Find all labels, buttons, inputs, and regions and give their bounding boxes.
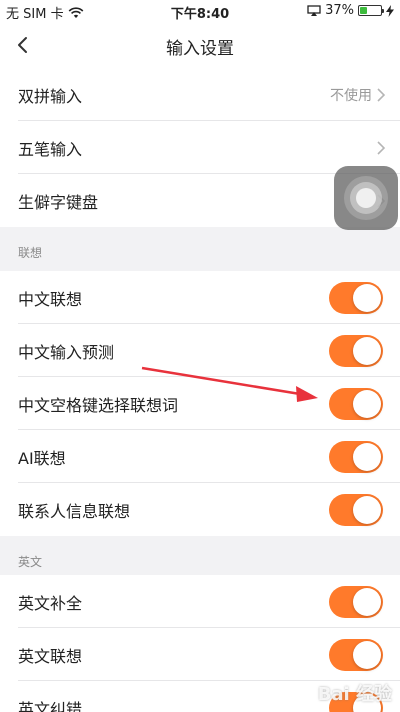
battery-fill	[360, 7, 368, 14]
status-right: 37%	[307, 3, 394, 18]
section-header-english: 英文	[0, 536, 400, 580]
status-bar: 无 SIM 卡 下午8:40 37%	[0, 0, 400, 22]
row-label: 双拼输入	[18, 86, 83, 106]
row-shuangpin[interactable]: 双拼输入 不使用	[0, 68, 400, 121]
row-wubi[interactable]: 五笔输入	[0, 121, 400, 174]
watermark-logo: Bai 经验	[317, 684, 392, 705]
row-label: AI联想	[18, 448, 66, 468]
toggle-switch[interactable]	[329, 334, 383, 367]
row-label: 生僻字键盘	[18, 192, 99, 212]
row-label: 五笔输入	[18, 139, 83, 159]
toggle-switch[interactable]	[329, 638, 383, 671]
row-label: 英文联想	[18, 646, 83, 666]
row-chinese-association: 中文联想	[0, 271, 400, 324]
battery-percent: 37%	[325, 3, 354, 18]
row-label: 英文补全	[18, 593, 83, 613]
battery-icon	[358, 5, 384, 16]
chevron-right-icon	[377, 87, 386, 102]
row-label: 中文联想	[18, 289, 83, 309]
row-label: 联系人信息联想	[18, 501, 131, 521]
toggle-switch[interactable]	[329, 387, 383, 420]
toggle-switch[interactable]	[329, 493, 383, 526]
row-english-association: 英文联想	[0, 628, 400, 681]
row-ai-association: AI联想	[0, 430, 400, 483]
row-value: 不使用	[330, 87, 372, 104]
assistive-touch-button[interactable]	[334, 166, 398, 230]
toggle-switch[interactable]	[329, 440, 383, 473]
row-contact-association: 联系人信息联想	[0, 483, 400, 536]
chevron-right-icon	[377, 140, 386, 155]
airplay-icon	[307, 4, 321, 16]
page-title: 输入设置	[166, 39, 234, 59]
section-label: 英文	[18, 555, 43, 569]
toggle-switch[interactable]	[329, 281, 383, 314]
row-label: 中文空格键选择联想词	[18, 395, 179, 415]
section-label: 联想	[18, 246, 43, 260]
row-english-completion: 英文补全	[0, 575, 400, 628]
row-chinese-prediction: 中文输入预测	[0, 324, 400, 377]
row-space-select-association: 中文空格键选择联想词	[0, 377, 400, 430]
section-header-association: 联想	[0, 227, 400, 271]
row-label: 英文纠错	[18, 699, 83, 712]
charging-icon	[386, 4, 394, 17]
nav-bar: 输入设置	[0, 22, 400, 68]
toggle-switch[interactable]	[329, 585, 383, 618]
row-label: 中文输入预测	[18, 342, 115, 362]
